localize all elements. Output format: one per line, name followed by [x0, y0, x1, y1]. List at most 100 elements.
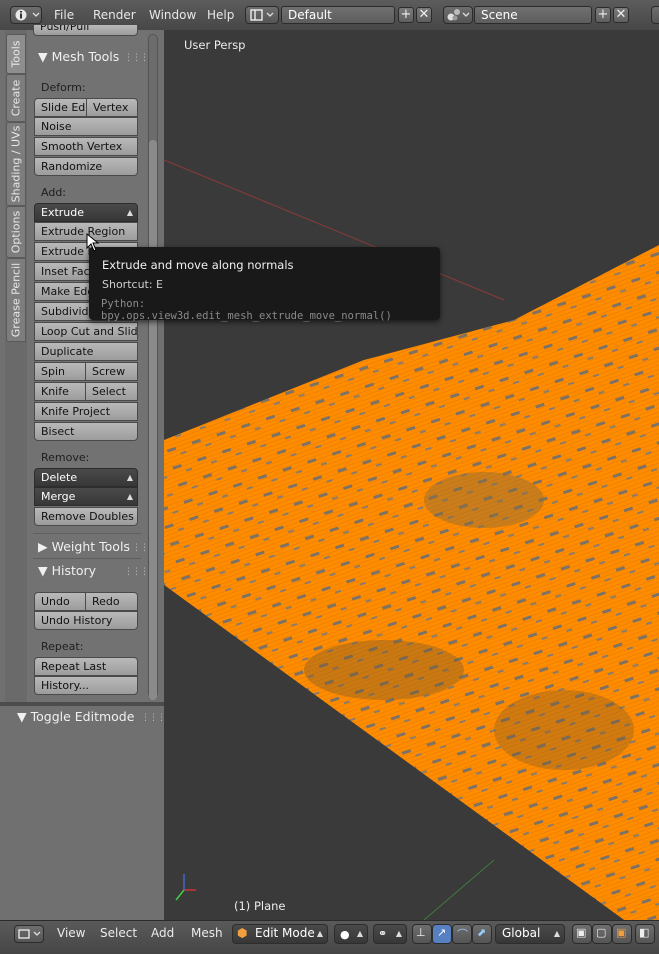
noise-button[interactable]: Noise	[34, 117, 138, 136]
toggle-editmode-header[interactable]: ▼ Toggle Editmode	[17, 709, 134, 724]
occlude-geometry-button[interactable]: ◧	[635, 924, 655, 944]
slide-edge-button[interactable]: Slide Ed	[34, 98, 87, 117]
tab-create[interactable]: Create	[6, 74, 26, 122]
menu-mesh[interactable]: Mesh	[191, 926, 223, 940]
weight-tools-header[interactable]: ▶ Weight Tools	[38, 539, 130, 554]
add-scene-button[interactable]: +	[595, 7, 611, 23]
knife-button[interactable]: Knife	[34, 382, 86, 401]
merge-dropdown[interactable]: Merge ▲	[34, 487, 138, 506]
tab-tools[interactable]: Tools	[6, 34, 26, 74]
extrude-dropdown[interactable]: Extrude ▲	[34, 203, 138, 222]
delete-dropdown[interactable]: Delete ▲	[34, 468, 138, 487]
info-icon	[15, 9, 40, 21]
axis-gizmo-icon	[175, 874, 196, 901]
scale-icon: ⬈	[477, 926, 487, 939]
remove-label: Remove:	[41, 451, 90, 464]
viewport-3d[interactable]	[164, 30, 659, 920]
repeat-last-button[interactable]: Repeat Last	[34, 657, 138, 676]
panel-divider	[33, 533, 141, 534]
screw-button[interactable]: Screw	[85, 362, 138, 381]
spin-button[interactable]: Spin	[34, 362, 86, 381]
updown-arrows-icon: ▲	[126, 492, 133, 501]
disclosure-open-icon: ▼	[38, 49, 48, 64]
rotate-toggle[interactable]: ⌒	[452, 924, 472, 944]
plus-icon: +	[597, 7, 609, 22]
close-icon: ✕	[418, 7, 430, 22]
repeat-label: Repeat:	[41, 640, 84, 653]
history-header[interactable]: ▼ History	[38, 563, 96, 578]
tab-grease-pencil[interactable]: Grease Pencil	[6, 258, 26, 342]
editor-type-button[interactable]	[14, 925, 44, 943]
disclosure-closed-icon: ▶	[38, 539, 48, 554]
vertex-select-button[interactable]: ▣	[572, 924, 592, 944]
repeat-history-button[interactable]: History...	[34, 676, 138, 695]
face-select-button[interactable]: ▣	[612, 924, 632, 944]
layout-icon	[250, 9, 274, 21]
panel-divider	[33, 558, 141, 559]
drag-handle-icon[interactable]: ⋮⋮⋮	[141, 713, 166, 723]
mode-dropdown[interactable]: ⬢ Edit Mode ▲	[232, 924, 328, 944]
scene-icon	[447, 9, 470, 21]
delete-layout-button[interactable]: ✕	[416, 7, 432, 23]
bisect-button[interactable]: Bisect	[34, 422, 138, 441]
header-cut-off-button[interactable]	[651, 6, 659, 24]
vertex-button[interactable]: Vertex	[86, 98, 138, 117]
manipulator-icon: ⊥	[416, 926, 426, 939]
undo-history-button[interactable]: Undo History	[34, 611, 138, 630]
solid-shading-icon: ●	[340, 928, 350, 941]
scene-button[interactable]	[443, 6, 473, 24]
edge-select-button[interactable]: ▢	[592, 924, 612, 944]
arrow-icon: ↗	[437, 926, 447, 939]
delete-scene-button[interactable]: ✕	[613, 7, 629, 23]
mesh-tools-header[interactable]: ▼ Mesh Tools	[38, 49, 119, 64]
pivot-dropdown[interactable]: ⚭ ▲	[373, 924, 407, 944]
screen-layout-button[interactable]	[245, 6, 279, 24]
editor-type-button[interactable]	[10, 6, 42, 24]
smooth-vertex-button[interactable]: Smooth Vertex	[34, 137, 138, 156]
updown-arrows-icon: ▲	[126, 473, 133, 482]
scale-toggle[interactable]: ⬈	[472, 924, 492, 944]
menu-select[interactable]: Select	[100, 926, 137, 940]
rotate-icon: ⌒	[457, 928, 468, 941]
orientation-dropdown[interactable]: Global ▲	[495, 924, 565, 944]
undo-button[interactable]: Undo	[34, 592, 86, 611]
menu-window[interactable]: Window	[149, 8, 196, 22]
tab-options[interactable]: Options	[6, 206, 26, 258]
scrollbar-thumb[interactable]	[149, 140, 157, 700]
duplicate-button[interactable]: Duplicate	[34, 342, 138, 361]
knife-project-button[interactable]: Knife Project	[34, 402, 138, 421]
face-select-icon: ▣	[616, 926, 627, 939]
remove-doubles-button[interactable]: Remove Doubles	[34, 507, 138, 526]
mesh-render	[164, 159, 659, 920]
add-label: Add:	[41, 186, 67, 199]
cursor-icon	[86, 233, 100, 252]
menu-render[interactable]: Render	[93, 8, 136, 22]
randomize-button[interactable]: Randomize	[34, 157, 138, 176]
tab-shading-uvs[interactable]: Shading / UVs	[6, 122, 26, 206]
manipulator-toggle[interactable]: ⊥	[412, 924, 432, 944]
loop-cut-slide-button[interactable]: Loop Cut and Slide	[34, 322, 138, 341]
menu-help[interactable]: Help	[207, 8, 234, 22]
scene-field[interactable]: Scene	[474, 6, 592, 24]
tooltip: Extrude and move along normals Shortcut:…	[89, 247, 440, 322]
drag-handle-icon[interactable]: ⋮⋮⋮	[124, 543, 149, 553]
updown-arrows-icon: ▲	[395, 929, 402, 938]
menu-view[interactable]: View	[57, 926, 85, 940]
translate-toggle[interactable]: ↗	[432, 924, 452, 944]
shading-dropdown[interactable]: ● ▲	[334, 924, 368, 944]
drag-handle-icon[interactable]: ⋮⋮⋮	[124, 53, 149, 63]
tooltip-shortcut: Shortcut: E	[102, 278, 164, 291]
view3d-icon	[18, 929, 41, 939]
updown-arrows-icon: ▲	[126, 208, 133, 217]
add-layout-button[interactable]: +	[398, 7, 414, 23]
edit-mode-icon: ⬢	[237, 926, 248, 940]
knife-select-button[interactable]: Select	[85, 382, 138, 401]
tooltip-python: Python: bpy.ops.view3d.edit_mesh_extrude…	[101, 298, 392, 322]
redo-button[interactable]: Redo	[85, 592, 138, 611]
drag-handle-icon[interactable]: ⋮⋮⋮	[124, 567, 149, 577]
disclosure-open-icon: ▼	[38, 563, 48, 578]
menu-add[interactable]: Add	[151, 926, 174, 940]
screen-layout-field[interactable]: Default	[281, 6, 395, 24]
menu-file[interactable]: File	[54, 8, 74, 22]
push-pull-button[interactable]: Push/Pull	[33, 24, 138, 36]
